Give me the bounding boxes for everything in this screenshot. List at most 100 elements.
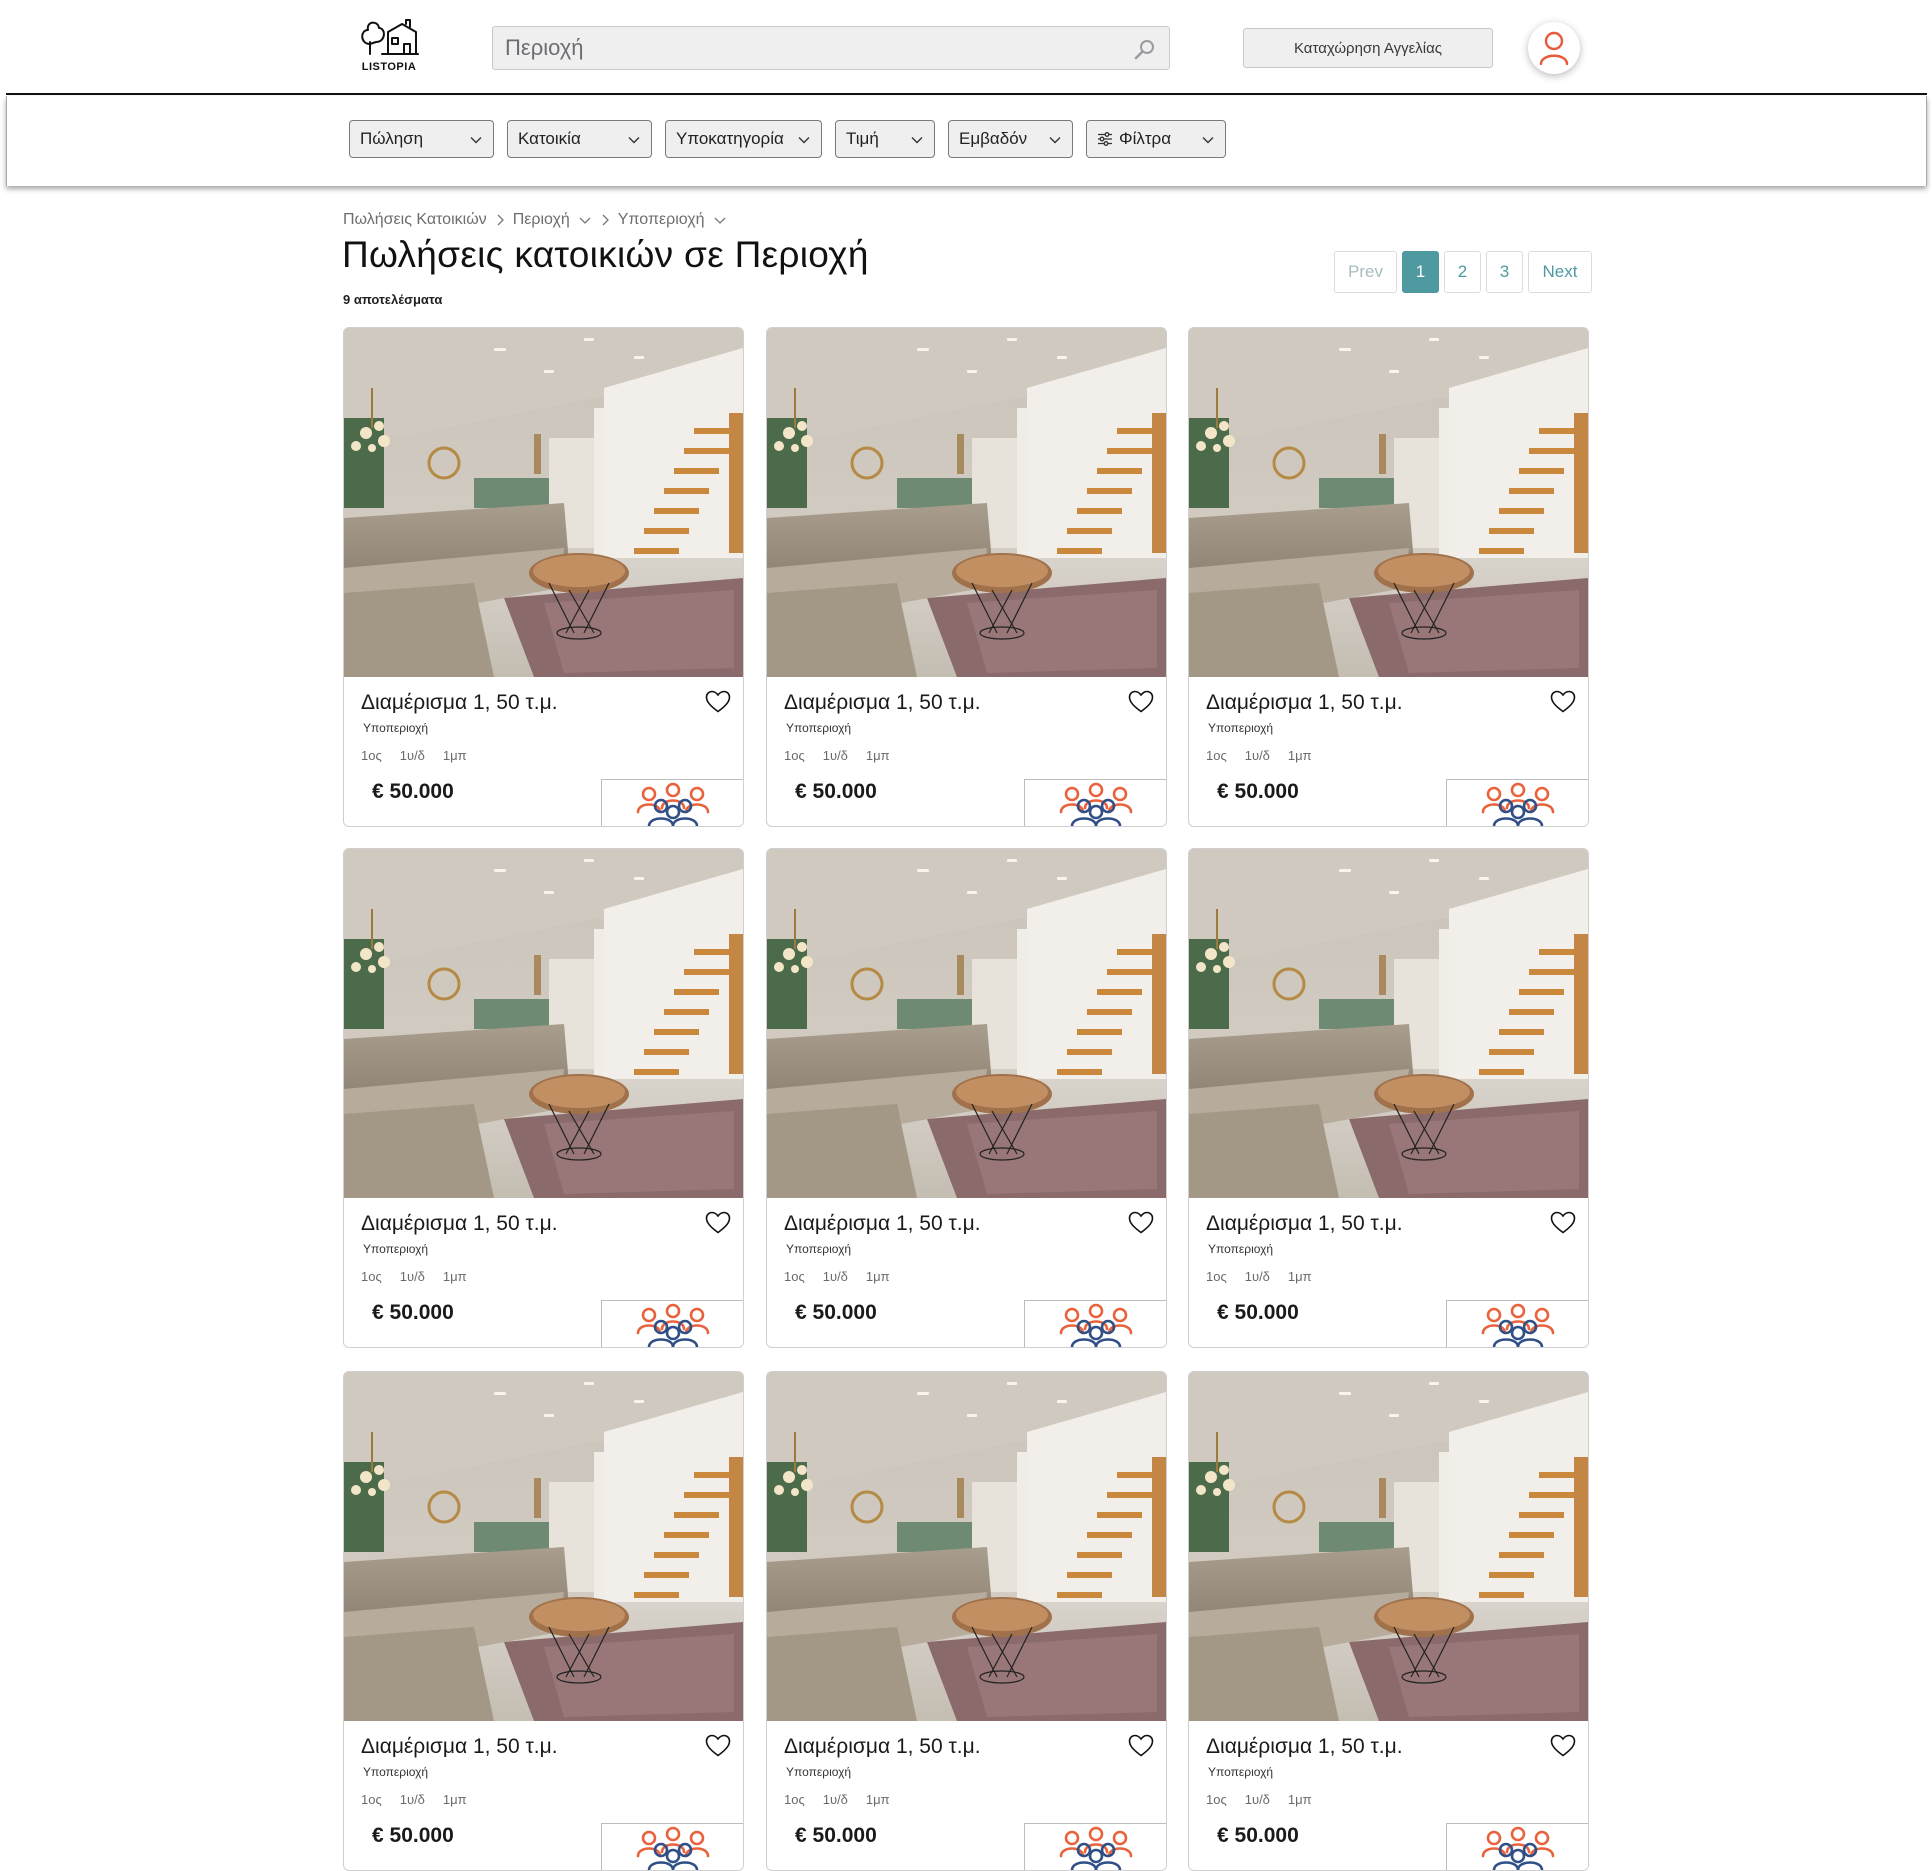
- listing-bedrooms: 1υ/δ: [399, 1269, 425, 1284]
- favorite-heart-icon[interactable]: [1550, 1211, 1576, 1235]
- listing-features: 1ος 1υ/δ 1μπ: [361, 1792, 467, 1807]
- agency-logo-box[interactable]: [601, 779, 743, 826]
- listing-floor: 1ος: [1206, 1269, 1227, 1284]
- listing-photo[interactable]: [1189, 328, 1588, 677]
- results-count: 9 αποτελέσματα: [343, 292, 443, 307]
- pagination-page-1[interactable]: 1: [1402, 251, 1439, 293]
- area-size-dropdown[interactable]: Εμβαδόν: [948, 120, 1073, 158]
- listing-floor: 1ος: [784, 748, 805, 763]
- post-listing-button[interactable]: Καταχώρηση Αγγελίας: [1243, 28, 1493, 68]
- people-group-logo-icon: [1481, 1826, 1555, 1870]
- listing-title[interactable]: Διαμέρισμα 1, 50 τ.μ.: [784, 1212, 981, 1236]
- listing-features: 1ος 1υ/δ 1μπ: [784, 1269, 890, 1284]
- listing-title[interactable]: Διαμέρισμα 1, 50 τ.μ.: [361, 1735, 558, 1759]
- chevron-down-icon[interactable]: [713, 213, 727, 227]
- listing-bathrooms: 1μπ: [1287, 1792, 1312, 1807]
- favorite-heart-icon[interactable]: [705, 1734, 731, 1758]
- listing-card-7[interactable]: Διαμέρισμα 1, 50 τ.μ. Υποπεριοχή 1ος 1υ/…: [343, 1371, 744, 1871]
- listing-photo[interactable]: [767, 328, 1166, 677]
- more-filters-label: Φίλτρα: [1119, 129, 1172, 148]
- agency-logo-box[interactable]: [601, 1823, 743, 1870]
- listing-photo[interactable]: [344, 328, 743, 677]
- chevron-right-icon: [602, 214, 609, 226]
- agency-logo-box[interactable]: [1024, 779, 1166, 826]
- price-dropdown[interactable]: Τιμή: [835, 120, 935, 158]
- pagination-prev-button[interactable]: Prev: [1334, 251, 1397, 293]
- listing-title[interactable]: Διαμέρισμα 1, 50 τ.μ.: [784, 691, 981, 715]
- listing-card-3[interactable]: Διαμέρισμα 1, 50 τ.μ. Υποπεριοχή 1ος 1υ/…: [1188, 327, 1589, 827]
- listing-bedrooms: 1υ/δ: [822, 748, 848, 763]
- listing-card-1[interactable]: Διαμέρισμα 1, 50 τ.μ. Υποπεριοχή 1ος 1υ/…: [343, 327, 744, 827]
- breadcrumb-area[interactable]: Περιοχή: [513, 211, 570, 229]
- chevron-down-icon[interactable]: [578, 213, 592, 227]
- listing-bathrooms: 1μπ: [442, 1792, 467, 1807]
- listing-photo[interactable]: [344, 1372, 743, 1721]
- user-account-button[interactable]: [1528, 22, 1580, 74]
- listing-floor: 1ος: [784, 1792, 805, 1807]
- favorite-heart-icon[interactable]: [1128, 690, 1154, 714]
- people-group-logo-icon: [1481, 1303, 1555, 1347]
- listing-title[interactable]: Διαμέρισμα 1, 50 τ.μ.: [784, 1735, 981, 1759]
- more-filters-dropdown[interactable]: Φίλτρα: [1086, 120, 1226, 158]
- property-type-dropdown[interactable]: Κατοικία: [507, 120, 652, 158]
- listing-title[interactable]: Διαμέρισμα 1, 50 τ.μ.: [1206, 1212, 1403, 1236]
- breadcrumb-root[interactable]: Πωλήσεις Κατοικιών: [343, 211, 487, 229]
- favorite-heart-icon[interactable]: [1128, 1211, 1154, 1235]
- agency-logo-box[interactable]: [1446, 1300, 1588, 1347]
- listing-card-4[interactable]: Διαμέρισμα 1, 50 τ.μ. Υποπεριοχή 1ος 1υ/…: [343, 848, 744, 1348]
- favorite-heart-icon[interactable]: [705, 1211, 731, 1235]
- listing-title[interactable]: Διαμέρισμα 1, 50 τ.μ.: [361, 1212, 558, 1236]
- listing-card-2[interactable]: Διαμέρισμα 1, 50 τ.μ. Υποπεριοχή 1ος 1υ/…: [766, 327, 1167, 827]
- chevron-right-icon: [497, 214, 504, 226]
- pagination-page-2[interactable]: 2: [1444, 251, 1481, 293]
- listing-price: € 50.000: [795, 1824, 877, 1847]
- favorite-heart-icon[interactable]: [705, 690, 731, 714]
- listing-photo[interactable]: [767, 849, 1166, 1198]
- agency-logo-box[interactable]: [601, 1300, 743, 1347]
- header-divider: [6, 93, 1927, 95]
- transaction-type-dropdown[interactable]: Πώληση: [349, 120, 494, 158]
- living-room-photo: [344, 328, 743, 677]
- listing-title[interactable]: Διαμέρισμα 1, 50 τ.μ.: [1206, 1735, 1403, 1759]
- listing-photo[interactable]: [767, 1372, 1166, 1721]
- favorite-heart-icon[interactable]: [1550, 1734, 1576, 1758]
- listing-photo[interactable]: [1189, 849, 1588, 1198]
- pagination-page-3[interactable]: 3: [1486, 251, 1523, 293]
- search-input[interactable]: [505, 27, 1105, 69]
- listing-card-8[interactable]: Διαμέρισμα 1, 50 τ.μ. Υποπεριοχή 1ος 1υ/…: [766, 1371, 1167, 1871]
- listing-photo[interactable]: [1189, 1372, 1588, 1721]
- people-group-logo-icon: [636, 782, 710, 826]
- pagination-next-button[interactable]: Next: [1528, 251, 1592, 293]
- listing-features: 1ος 1υ/δ 1μπ: [1206, 1792, 1312, 1807]
- listing-card-6[interactable]: Διαμέρισμα 1, 50 τ.μ. Υποπεριοχή 1ος 1υ/…: [1188, 848, 1589, 1348]
- listopia-logo[interactable]: LISTOPIA: [352, 18, 426, 76]
- area-search-box[interactable]: [492, 26, 1170, 70]
- listing-subarea: Υποπεριοχή: [363, 1242, 429, 1256]
- subcategory-dropdown[interactable]: Υποκατηγορία: [665, 120, 822, 158]
- area-size-label: Εμβαδόν: [959, 129, 1028, 148]
- listing-photo[interactable]: [344, 849, 743, 1198]
- listing-price: € 50.000: [1217, 1301, 1299, 1324]
- favorite-heart-icon[interactable]: [1128, 1734, 1154, 1758]
- chevron-down-icon: [470, 137, 482, 144]
- listing-card-9[interactable]: Διαμέρισμα 1, 50 τ.μ. Υποπεριοχή 1ος 1υ/…: [1188, 1371, 1589, 1871]
- listing-title[interactable]: Διαμέρισμα 1, 50 τ.μ.: [361, 691, 558, 715]
- listing-floor: 1ος: [361, 1792, 382, 1807]
- people-group-logo-icon: [1481, 782, 1555, 826]
- agency-logo-box[interactable]: [1024, 1300, 1166, 1347]
- listing-card-5[interactable]: Διαμέρισμα 1, 50 τ.μ. Υποπεριοχή 1ος 1υ/…: [766, 848, 1167, 1348]
- listings-grid: Διαμέρισμα 1, 50 τ.μ. Υποπεριοχή 1ος 1υ/…: [343, 327, 1593, 1871]
- breadcrumb-subarea[interactable]: Υποπεριοχή: [618, 211, 705, 229]
- listing-floor: 1ος: [784, 1269, 805, 1284]
- listing-bathrooms: 1μπ: [865, 1269, 890, 1284]
- agency-logo-box[interactable]: [1446, 1823, 1588, 1870]
- listing-price: € 50.000: [372, 780, 454, 803]
- favorite-heart-icon[interactable]: [1550, 690, 1576, 714]
- agency-logo-box[interactable]: [1446, 779, 1588, 826]
- listing-subarea: Υποπεριοχή: [363, 721, 429, 735]
- search-icon[interactable]: [1133, 37, 1157, 61]
- chevron-down-icon: [798, 137, 810, 144]
- listing-subarea: Υποπεριοχή: [1208, 1765, 1274, 1779]
- listing-title[interactable]: Διαμέρισμα 1, 50 τ.μ.: [1206, 691, 1403, 715]
- agency-logo-box[interactable]: [1024, 1823, 1166, 1870]
